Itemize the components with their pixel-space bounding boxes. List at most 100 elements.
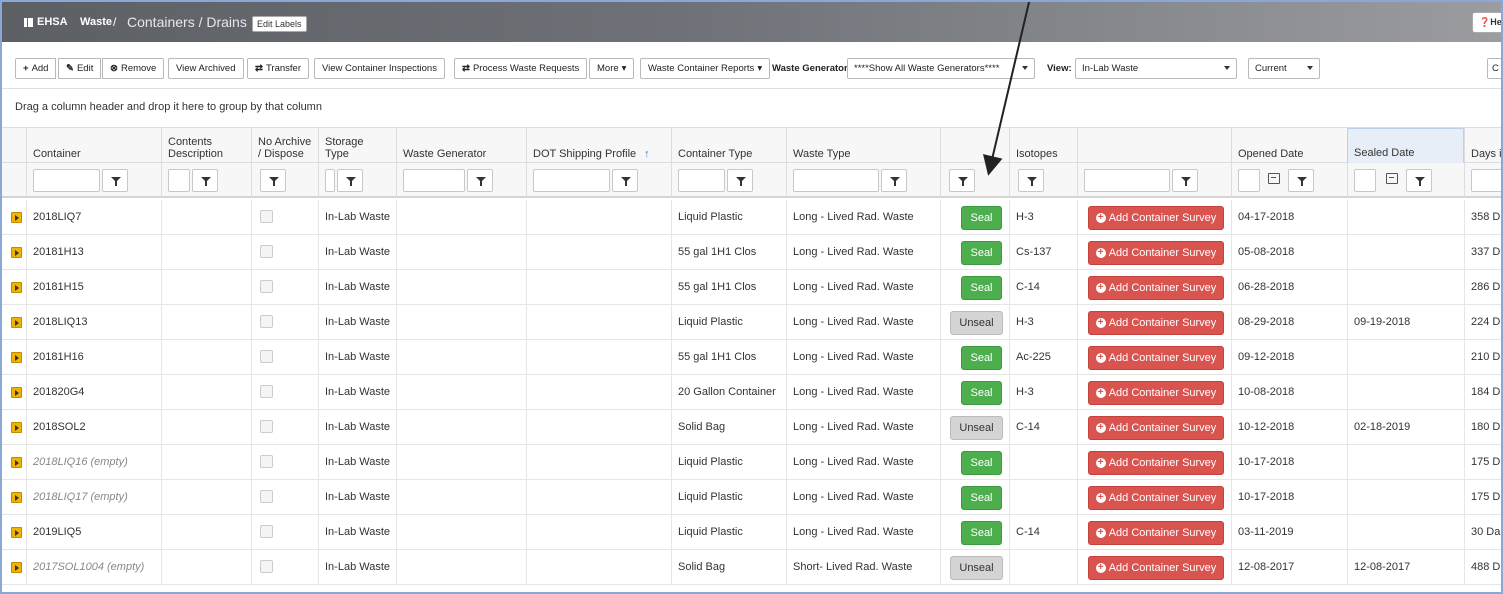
header-sealed-date[interactable]: Sealed Date <box>1347 128 1464 164</box>
filter-icon[interactable] <box>467 169 493 192</box>
filter-icon[interactable] <box>1018 169 1044 192</box>
header-opened-date[interactable]: Opened Date <box>1231 128 1347 164</box>
filter-icon[interactable] <box>260 169 286 192</box>
filter-icon[interactable] <box>192 169 218 192</box>
view-archived-button[interactable]: View Archived <box>168 58 244 79</box>
unseal-button[interactable]: Unseal <box>950 311 1003 335</box>
table-row[interactable] <box>2 585 1501 594</box>
filter-container-input[interactable] <box>33 169 100 192</box>
no-archive-checkbox[interactable] <box>260 560 273 573</box>
table-row[interactable]: 2017SOL1004 (empty) In-Lab Waste Solid Bag… <box>2 550 1501 585</box>
filter-dot-input[interactable] <box>533 169 610 192</box>
container-cell[interactable]: 201820G4 <box>26 375 161 410</box>
table-row[interactable]: 20181H13 In-Lab Waste 55 gal 1H1 Clos Long … <box>2 235 1501 270</box>
seal-button[interactable]: Seal <box>961 241 1002 265</box>
container-cell[interactable]: 20181H15 <box>26 270 161 305</box>
unseal-button[interactable]: Unseal <box>950 556 1003 580</box>
header-dot-shipping-profile[interactable]: DOT Shipping Profile ↑ <box>526 128 671 164</box>
seal-button[interactable]: Seal <box>961 206 1002 230</box>
no-archive-checkbox[interactable] <box>260 210 273 223</box>
container-cell[interactable]: 2018LIQ13 <box>26 305 161 340</box>
no-archive-checkbox[interactable] <box>260 490 273 503</box>
add-container-survey-button[interactable]: + Add Container Survey <box>1088 276 1224 300</box>
filter-contents-input[interactable] <box>168 169 190 192</box>
seal-button[interactable]: Seal <box>961 276 1002 300</box>
add-container-survey-button[interactable]: + Add Container Survey <box>1088 556 1224 580</box>
app-logo[interactable]: EHSA <box>24 16 68 28</box>
filter-icon[interactable] <box>1172 169 1198 192</box>
container-cell[interactable]: 20181H13 <box>26 235 161 270</box>
header-seal[interactable] <box>940 128 1009 164</box>
filter-opened-input[interactable] <box>1238 169 1260 192</box>
table-row[interactable]: 201820G4 In-Lab Waste 20 Gallon Container L… <box>2 375 1501 410</box>
table-row[interactable]: 2018LIQ17 (empty) In-Lab Waste Liquid Plas… <box>2 480 1501 515</box>
header-contents-description[interactable]: Contents Description <box>161 128 251 164</box>
container-cell[interactable]: 20181H16 <box>26 340 161 375</box>
add-container-survey-button[interactable]: + Add Container Survey <box>1088 241 1224 265</box>
expand-row-icon[interactable] <box>11 247 22 258</box>
expand-row-icon[interactable] <box>11 527 22 538</box>
add-container-survey-button[interactable]: + Add Container Survey <box>1088 416 1224 440</box>
filter-icon[interactable] <box>727 169 753 192</box>
header-isotopes[interactable]: Isotopes <box>1009 128 1077 164</box>
process-waste-requests-button[interactable]: ⇄ Process Waste Requests <box>454 58 588 79</box>
more-dropdown[interactable]: More ▾ <box>589 58 635 79</box>
add-container-survey-button[interactable]: + Add Container Survey <box>1088 486 1224 510</box>
no-archive-checkbox[interactable] <box>260 350 273 363</box>
no-archive-checkbox[interactable] <box>260 245 273 258</box>
remove-button[interactable]: ⊗ Remove <box>102 58 165 79</box>
add-container-survey-button[interactable]: + Add Container Survey <box>1088 451 1224 475</box>
table-row[interactable]: 2018LIQ16 (empty) In-Lab Waste Liquid Plas… <box>2 445 1501 480</box>
add-container-survey-button[interactable]: + Add Container Survey <box>1088 206 1224 230</box>
header-storage-type[interactable]: Storage Type <box>318 128 396 164</box>
no-archive-checkbox[interactable] <box>260 315 273 328</box>
filter-wtype-input[interactable] <box>793 169 879 192</box>
overflow-button[interactable]: C <box>1487 58 1503 79</box>
header-no-archive[interactable]: No Archive / Dispose <box>251 128 318 164</box>
waste-generator-select[interactable]: ****Show All Waste Generators**** <box>847 58 1035 79</box>
no-archive-checkbox[interactable] <box>260 420 273 433</box>
filter-icon[interactable] <box>949 169 975 192</box>
table-row[interactable]: 2018LIQ7 In-Lab Waste Liquid Plastic Long -… <box>2 200 1501 235</box>
table-row[interactable]: 2018SOL2 In-Lab Waste Solid Bag Long - Live… <box>2 410 1501 445</box>
no-archive-checkbox[interactable] <box>260 525 273 538</box>
expand-row-icon[interactable] <box>11 317 22 328</box>
header-container-type[interactable]: Container Type <box>671 128 786 164</box>
filter-icon[interactable] <box>102 169 128 192</box>
expand-row-icon[interactable] <box>11 492 22 503</box>
transfer-button[interactable]: ⇄ Transfer <box>247 58 309 79</box>
view-inspections-button[interactable]: View Container Inspections <box>314 58 445 79</box>
expand-row-icon[interactable] <box>11 562 22 573</box>
no-archive-checkbox[interactable] <box>260 280 273 293</box>
table-row[interactable]: 2018LIQ13 In-Lab Waste Liquid Plastic Long … <box>2 305 1501 340</box>
filter-icon[interactable] <box>881 169 907 192</box>
filter-icon[interactable] <box>1288 169 1314 192</box>
header-survey[interactable] <box>1077 128 1231 164</box>
expand-row-icon[interactable] <box>11 282 22 293</box>
container-cell[interactable]: 2019LIQ5 <box>26 515 161 550</box>
filter-survey-input[interactable] <box>1084 169 1170 192</box>
group-by-drop-zone[interactable]: Drag a column header and drop it here to… <box>2 90 1501 127</box>
filter-icon[interactable] <box>337 169 363 192</box>
expand-row-icon[interactable] <box>11 422 22 433</box>
seal-button[interactable]: Seal <box>961 521 1002 545</box>
filter-days-input[interactable] <box>1471 169 1501 192</box>
header-days[interactable]: Days i <box>1464 128 1501 164</box>
container-cell[interactable]: 2018LIQ17 (empty) <box>26 480 161 515</box>
status-select[interactable]: Current <box>1248 58 1320 79</box>
filter-storage-input[interactable] <box>325 169 335 192</box>
expand-row-icon[interactable] <box>11 457 22 468</box>
table-row[interactable]: 2019LIQ5 In-Lab Waste Liquid Plastic Long -… <box>2 515 1501 550</box>
filter-sealed-input[interactable] <box>1354 169 1376 192</box>
expand-row-icon[interactable] <box>11 352 22 363</box>
filter-generator-input[interactable] <box>403 169 465 192</box>
waste-container-reports-dropdown[interactable]: Waste Container Reports ▾ <box>640 58 771 79</box>
table-row[interactable]: 20181H15 In-Lab Waste 55 gal 1H1 Clos Long … <box>2 270 1501 305</box>
container-cell[interactable]: 2018LIQ16 (empty) <box>26 445 161 480</box>
edit-button[interactable]: ✎ Edit <box>58 58 102 79</box>
edit-labels-button[interactable]: Edit Labels <box>252 16 307 32</box>
filter-icon[interactable] <box>1406 169 1432 192</box>
add-button[interactable]: + Add <box>15 58 57 79</box>
seal-button[interactable]: Seal <box>961 486 1002 510</box>
help-button[interactable]: ❓He <box>1472 12 1503 33</box>
